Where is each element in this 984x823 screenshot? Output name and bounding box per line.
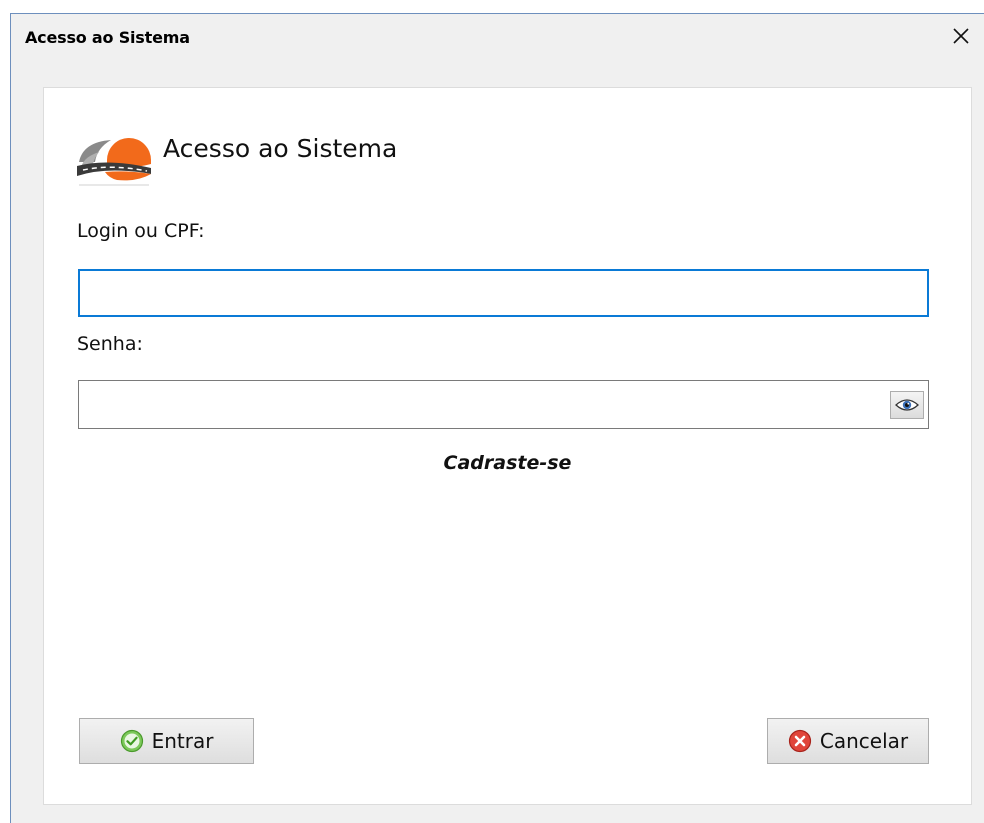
password-input[interactable] [79,381,879,428]
show-password-button[interactable] [890,391,924,419]
title-bar: Acesso ao Sistema [11,14,984,66]
cancel-circle-icon [788,729,811,753]
close-button[interactable] [938,14,984,58]
window-title: Acesso ao Sistema [25,28,190,47]
check-circle-icon [120,729,143,753]
login-dialog: Acesso ao Sistema Acesso ao Sistema Logi… [10,13,984,823]
cancel-button-label: Cancelar [819,729,909,753]
register-link[interactable]: Cadraste-se [44,452,971,474]
road-logo-icon [77,138,151,186]
cancel-button[interactable]: Cancelar [767,718,929,764]
login-label: Login ou CPF: [77,220,205,242]
page-title: Acesso ao Sistema [163,134,398,163]
password-label: Senha: [77,333,143,355]
login-input[interactable] [78,269,929,317]
password-field [78,380,929,429]
login-panel: Acesso ao Sistema Login ou CPF: Senha: C… [43,87,972,805]
close-icon [953,28,969,44]
enter-button[interactable]: Entrar [79,718,254,764]
enter-button-label: Entrar [151,729,214,753]
eye-icon [895,399,919,411]
